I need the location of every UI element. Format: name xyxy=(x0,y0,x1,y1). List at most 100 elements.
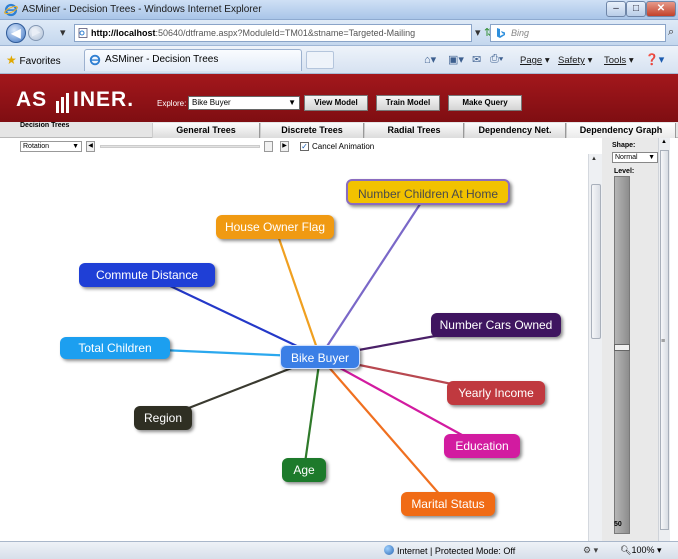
browser-tab[interactable]: ASMiner - Decision Trees xyxy=(84,49,302,71)
dependency-graph-canvas: Number Children At Home House Owner Flag C… xyxy=(0,154,585,541)
search-icon[interactable]: ⌕ xyxy=(668,26,674,39)
new-tab-button[interactable] xyxy=(306,51,334,69)
tab-title: ASMiner - Decision Trees xyxy=(105,54,219,65)
mail-icon[interactable]: ✉ xyxy=(472,53,481,66)
page-vertical-scrollbar[interactable]: ▲ ≡ xyxy=(658,138,670,541)
favorites-bar: ★ Favorites ASMiner - Decision Trees ⌂▾ … xyxy=(0,46,678,74)
section-label: Decision Trees xyxy=(20,122,70,129)
close-window-button[interactable]: ✕ xyxy=(646,1,676,17)
url-field[interactable]: http://localhost:50640/dtframe.aspx?Modu… xyxy=(74,24,472,42)
scroll-up-icon[interactable]: ▲ xyxy=(591,156,597,162)
protected-mode-icon[interactable]: ⚙ ▾ xyxy=(583,545,598,556)
graph-node-commute-distance[interactable]: Commute Distance xyxy=(79,263,215,287)
url-host: http://localhost xyxy=(91,28,156,38)
page-icon xyxy=(78,28,88,38)
page-menu-label: Page xyxy=(520,55,543,66)
graph-vertical-scrollbar[interactable]: ▲ xyxy=(588,154,602,541)
search-field[interactable]: Bing xyxy=(490,24,666,42)
favorites-button[interactable]: ★ Favorites xyxy=(6,53,61,67)
scrollbar-thumb[interactable] xyxy=(591,184,601,339)
zoom-value: 100% xyxy=(631,545,655,555)
graph-edge xyxy=(302,356,322,471)
home-icon[interactable]: ⌂▾ xyxy=(424,53,436,66)
graph-toolbar: Rotation ▼ ◀ ▶ ✓ Cancel Animation xyxy=(0,139,600,154)
tab-general-trees[interactable]: General Trees xyxy=(152,123,260,138)
graph-node-center[interactable]: Bike Buyer xyxy=(280,345,360,369)
url-dropdown-icon[interactable]: ▾ xyxy=(475,26,481,39)
internet-explorer-icon xyxy=(89,54,101,66)
bing-icon xyxy=(497,28,505,38)
print-icon[interactable]: ⎙▾ xyxy=(490,53,503,66)
graph-node-region[interactable]: Region xyxy=(134,406,192,430)
view-model-button[interactable]: View Model xyxy=(304,95,368,111)
shape-label: Shape: xyxy=(612,142,636,149)
tab-dependency-net[interactable]: Dependency Net. xyxy=(464,123,566,138)
graph-edge xyxy=(273,226,322,358)
globe-icon xyxy=(384,545,394,555)
shape-value: Normal xyxy=(615,154,638,161)
help-icon[interactable]: ❓▾ xyxy=(645,53,664,66)
feeds-icon[interactable]: ▣▾ xyxy=(448,53,464,66)
make-query-button[interactable]: Make Query xyxy=(448,95,522,111)
shape-select[interactable]: Normal ▼ xyxy=(612,152,658,163)
scroll-left-button[interactable]: ◀ xyxy=(86,141,95,152)
graph-node-total-children[interactable]: Total Children xyxy=(60,337,170,359)
favorites-star-icon: ★ xyxy=(6,53,17,67)
level-label: Level: xyxy=(614,168,635,175)
tools-menu-label: Tools xyxy=(604,55,627,66)
logo-text-right: INER. xyxy=(73,88,135,111)
tab-radial-trees[interactable]: Radial Trees xyxy=(364,123,464,138)
maximize-button[interactable]: □ xyxy=(626,1,646,17)
graph-node-yearly-income[interactable]: Yearly Income xyxy=(447,381,545,405)
graph-node-number-cars-owned[interactable]: Number Cars Owned xyxy=(431,313,561,337)
history-dropdown-icon[interactable]: ▾ xyxy=(60,26,66,39)
rotation-select[interactable]: Rotation ▼ xyxy=(20,141,82,152)
logo-bars-icon xyxy=(56,89,71,113)
internet-explorer-icon xyxy=(4,3,18,17)
favorites-label: Favorites xyxy=(19,56,61,67)
level-value: 50 xyxy=(614,521,622,528)
rotation-slider[interactable] xyxy=(100,145,260,148)
safety-menu-label: Safety xyxy=(558,55,585,66)
security-zone-text: Internet | Protected Mode: Off xyxy=(397,546,516,556)
scrollbar-grip-icon: ≡ xyxy=(661,338,666,345)
graph-node-education[interactable]: Education xyxy=(444,434,520,458)
chevron-down-icon: ▼ xyxy=(288,98,296,107)
train-model-button[interactable]: Train Model xyxy=(376,95,440,111)
url-path: :50640/dtframe.aspx?ModuleId=TM01&stname… xyxy=(155,28,416,38)
graph-node-marital-status[interactable]: Marital Status xyxy=(401,492,495,516)
scroll-up-icon[interactable]: ▲ xyxy=(661,139,667,145)
status-bar: Internet | Protected Mode: Off ⚙ ▾ 🔍︎100… xyxy=(0,541,678,559)
search-placeholder: Bing xyxy=(511,28,530,38)
security-zone[interactable]: Internet | Protected Mode: Off xyxy=(384,545,515,556)
graph-node-age[interactable]: Age xyxy=(282,458,326,482)
explore-label: Explore: xyxy=(157,99,187,108)
level-slider-thumb[interactable] xyxy=(614,344,630,351)
graph-edge xyxy=(319,191,429,358)
explore-select[interactable]: Bike Buyer ▼ xyxy=(188,96,300,110)
rotation-value: Rotation xyxy=(23,143,50,150)
asminer-logo: AS INER. xyxy=(16,88,134,113)
minimize-button[interactable]: – xyxy=(606,1,626,17)
address-bar: ◀ ▶ ▾ http://localhost:50640/dtframe.asp… xyxy=(0,20,678,46)
tab-discrete-trees[interactable]: Discrete Trees xyxy=(260,123,364,138)
scroll-right-button[interactable]: ▶ xyxy=(280,141,289,152)
chevron-down-icon: ▼ xyxy=(72,143,79,150)
explore-value: Bike Buyer xyxy=(192,98,231,107)
graph-node-house-owner-flag[interactable]: House Owner Flag xyxy=(216,215,334,239)
forward-button[interactable]: ▶ xyxy=(28,25,44,41)
logo-text-left: AS xyxy=(16,88,48,111)
tab-dependency-graph[interactable]: Dependency Graph xyxy=(566,123,676,138)
cancel-animation-label: Cancel Animation xyxy=(312,142,375,151)
zoom-control[interactable]: 🔍︎100% ▾ xyxy=(620,545,662,556)
slider-thumb[interactable] xyxy=(264,141,273,152)
window-title: ASMiner - Decision Trees - Windows Inter… xyxy=(22,4,262,15)
page-menu[interactable]: Page ▾ xyxy=(520,55,550,66)
window-titlebar: ASMiner - Decision Trees - Windows Inter… xyxy=(0,0,678,20)
cancel-animation-checkbox[interactable]: ✓ xyxy=(300,142,309,151)
level-slider-track[interactable] xyxy=(614,176,630,534)
tools-menu[interactable]: Tools ▾ xyxy=(604,55,634,66)
back-button[interactable]: ◀ xyxy=(6,23,26,43)
safety-menu[interactable]: Safety ▾ xyxy=(558,55,592,66)
graph-node-number-children-at-home[interactable]: Number Children At Home xyxy=(346,179,510,205)
